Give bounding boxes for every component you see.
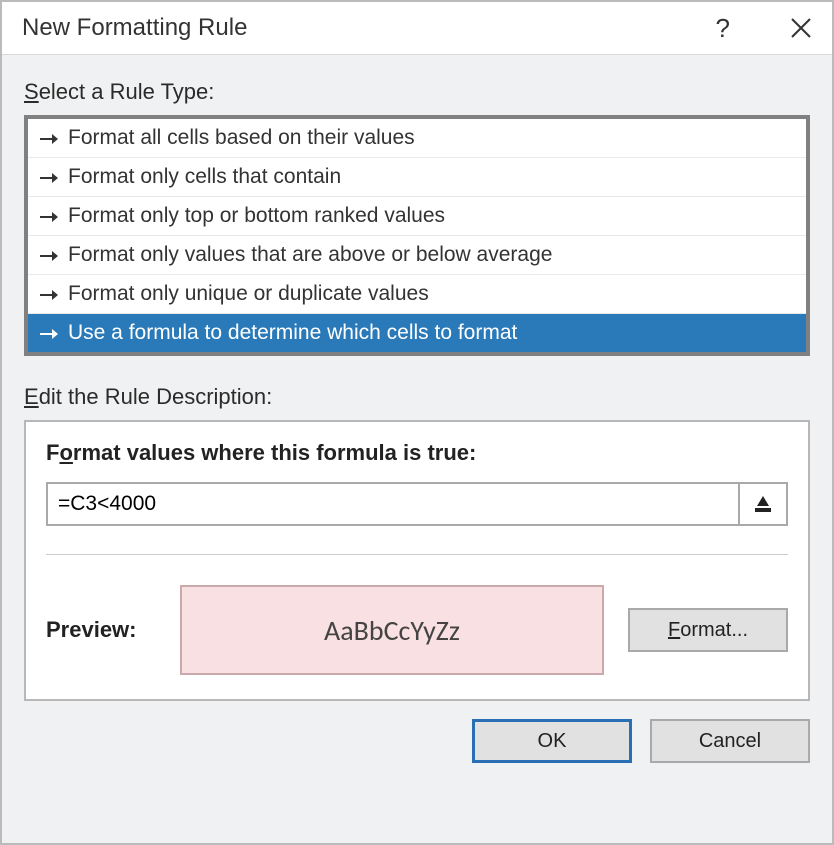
rule-type-item[interactable]: Format only top or bottom ranked values bbox=[28, 197, 806, 236]
rule-type-label: Use a formula to determine which cells t… bbox=[68, 321, 517, 345]
dialog-buttons: OK Cancel bbox=[24, 701, 810, 763]
rule-type-label: Format only values that are above or bel… bbox=[68, 243, 552, 267]
collapse-icon bbox=[753, 494, 773, 514]
divider bbox=[46, 554, 788, 555]
ok-button[interactable]: OK bbox=[472, 719, 632, 763]
rule-type-item[interactable]: Format all cells based on their values bbox=[28, 119, 806, 158]
format-button[interactable]: Format... bbox=[628, 608, 788, 652]
arrow-icon bbox=[40, 131, 58, 145]
arrow-icon bbox=[40, 248, 58, 262]
rule-type-label: Format only cells that contain bbox=[68, 165, 341, 189]
titlebar: New Formatting Rule ? bbox=[2, 2, 832, 55]
new-formatting-rule-dialog: New Formatting Rule ? Select a Rule Type… bbox=[0, 0, 834, 845]
edit-rule-description-label: Edit the Rule Description: bbox=[24, 384, 810, 410]
dialog-title: New Formatting Rule bbox=[22, 14, 247, 42]
titlebar-controls: ? bbox=[716, 15, 812, 41]
rule-type-list[interactable]: Format all cells based on their values Fo… bbox=[24, 115, 810, 356]
preview-sample: AaBbCcYyZz bbox=[180, 585, 604, 675]
arrow-icon bbox=[40, 209, 58, 223]
rule-type-item[interactable]: Format only cells that contain bbox=[28, 158, 806, 197]
rule-type-label: Format all cells based on their values bbox=[68, 126, 415, 150]
arrow-icon bbox=[40, 326, 58, 340]
collapse-dialog-button[interactable] bbox=[740, 482, 788, 526]
arrow-icon bbox=[40, 170, 58, 184]
select-rule-type-label: Select a Rule Type: bbox=[24, 79, 810, 105]
formula-row bbox=[46, 482, 788, 526]
rule-description-panel: Format values where this formula is true… bbox=[24, 420, 810, 701]
formula-input[interactable] bbox=[46, 482, 740, 526]
rule-type-item[interactable]: Format only values that are above or bel… bbox=[28, 236, 806, 275]
rule-type-item[interactable]: Use a formula to determine which cells t… bbox=[28, 314, 806, 352]
dialog-content: Select a Rule Type: Format all cells bas… bbox=[2, 55, 832, 843]
cancel-button[interactable]: Cancel bbox=[650, 719, 810, 763]
help-button[interactable]: ? bbox=[716, 15, 730, 41]
preview-label: Preview: bbox=[46, 617, 156, 643]
arrow-icon bbox=[40, 287, 58, 301]
preview-row: Preview: AaBbCcYyZz Format... bbox=[46, 585, 788, 675]
rule-type-label: Format only unique or duplicate values bbox=[68, 282, 429, 306]
rule-type-label: Format only top or bottom ranked values bbox=[68, 204, 445, 228]
format-values-heading: Format values where this formula is true… bbox=[46, 440, 788, 466]
rule-type-item[interactable]: Format only unique or duplicate values bbox=[28, 275, 806, 314]
close-button[interactable] bbox=[790, 17, 812, 39]
